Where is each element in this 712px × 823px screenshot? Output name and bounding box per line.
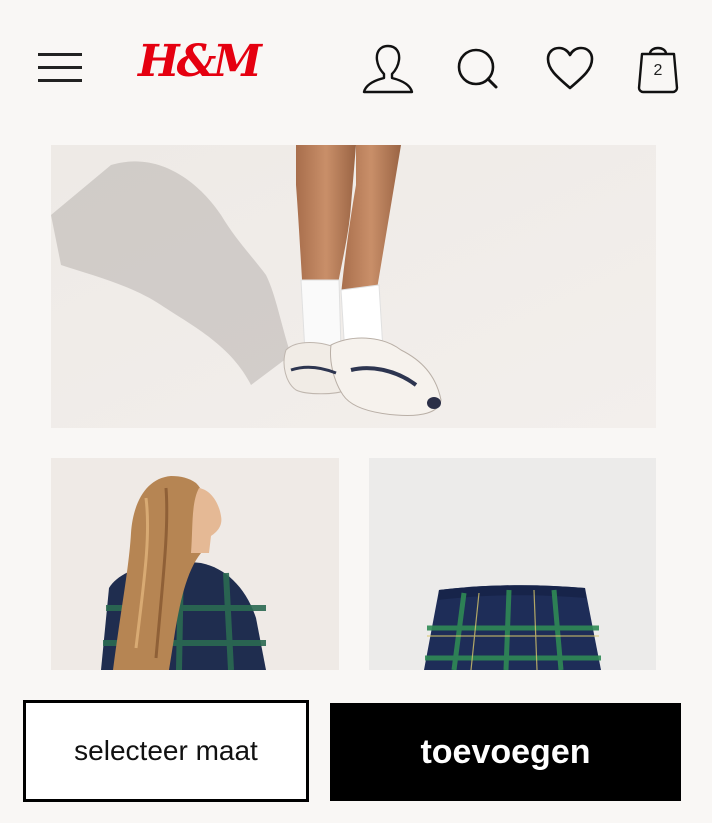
user-icon[interactable] xyxy=(360,40,416,96)
hamburger-menu-icon[interactable] xyxy=(38,50,84,84)
heart-icon[interactable] xyxy=(542,40,598,96)
site-header: H&M 2 xyxy=(0,0,712,140)
product-image-sneakers[interactable] xyxy=(51,145,656,428)
product-image-skirt[interactable] xyxy=(369,458,656,670)
brand-logo[interactable]: H&M xyxy=(138,40,262,84)
search-icon[interactable] xyxy=(452,40,508,96)
select-size-button[interactable]: selecteer maat xyxy=(23,700,309,802)
purchase-action-bar: selecteer maat toevoegen xyxy=(0,690,712,823)
product-image-model[interactable] xyxy=(51,458,339,670)
add-to-cart-button[interactable]: toevoegen xyxy=(330,703,681,801)
shopping-bag-icon[interactable]: 2 xyxy=(630,40,686,96)
cart-count-badge: 2 xyxy=(653,62,663,79)
